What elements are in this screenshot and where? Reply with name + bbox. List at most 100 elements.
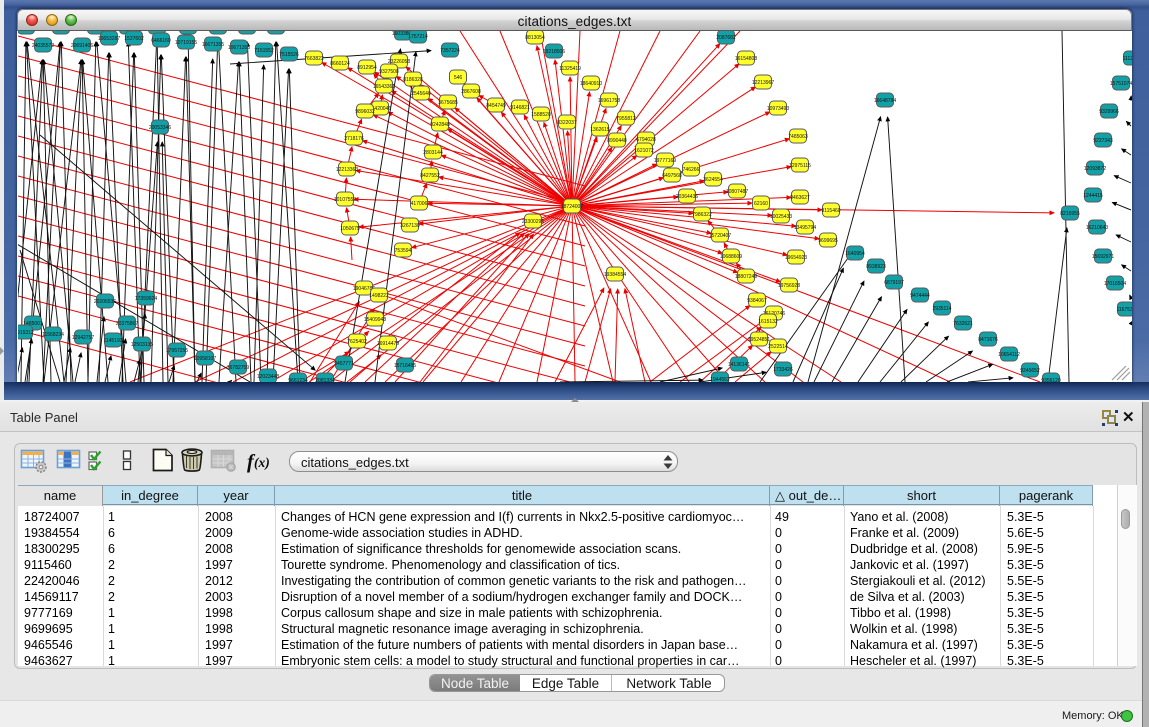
svg-text:2545646: 2545646 bbox=[411, 91, 431, 97]
svg-text:18640910: 18640910 bbox=[580, 81, 602, 87]
svg-text:10653287: 10653287 bbox=[98, 36, 120, 42]
svg-text:746266: 746266 bbox=[683, 167, 700, 173]
svg-text:20206536: 20206536 bbox=[94, 299, 116, 305]
svg-text:6879197: 6879197 bbox=[884, 280, 904, 286]
svg-text:9457771: 9457771 bbox=[334, 361, 354, 367]
svg-text:12942757: 12942757 bbox=[72, 335, 94, 341]
svg-text:23300295: 23300295 bbox=[522, 219, 544, 225]
svg-text:9329966: 9329966 bbox=[1099, 109, 1119, 115]
svg-text:8454749: 8454749 bbox=[486, 103, 506, 109]
svg-text:(x): (x) bbox=[254, 455, 270, 470]
svg-text:18724007: 18724007 bbox=[561, 204, 583, 210]
svg-text:10688609: 10688609 bbox=[720, 254, 742, 260]
svg-text:19756928: 19756928 bbox=[778, 283, 800, 289]
svg-text:16543362: 16543362 bbox=[373, 84, 395, 90]
svg-text:12975115: 12975115 bbox=[789, 163, 811, 169]
svg-text:12093872: 12093872 bbox=[1084, 166, 1106, 172]
svg-text:14136141: 14136141 bbox=[728, 362, 750, 368]
svg-text:9245652: 9245652 bbox=[1020, 368, 1040, 374]
svg-text:417006: 417006 bbox=[411, 201, 428, 207]
svg-text:16210643: 16210643 bbox=[1086, 225, 1108, 231]
svg-text:10107553: 10107553 bbox=[334, 197, 356, 203]
svg-text:9384067: 9384067 bbox=[747, 298, 767, 304]
svg-text:1621072: 1621072 bbox=[634, 148, 654, 154]
svg-text:8215955: 8215955 bbox=[1060, 211, 1080, 217]
svg-text:17359924: 17359924 bbox=[135, 296, 157, 302]
svg-text:10973493: 10973493 bbox=[767, 106, 789, 112]
svg-text:12503135: 12503135 bbox=[131, 342, 153, 348]
svg-text:8427552: 8427552 bbox=[420, 173, 440, 179]
svg-text:2803144: 2803144 bbox=[423, 150, 443, 156]
svg-text:546: 546 bbox=[454, 75, 463, 81]
svg-text:7515526: 7515526 bbox=[279, 52, 299, 58]
svg-text:8813054: 8813054 bbox=[525, 35, 545, 41]
svg-text:10671355: 10671355 bbox=[228, 45, 250, 51]
svg-text:17957255: 17957255 bbox=[166, 348, 188, 354]
svg-text:9115460: 9115460 bbox=[821, 208, 840, 214]
svg-text:11568234: 11568234 bbox=[42, 332, 64, 338]
svg-text:19384554: 19384554 bbox=[604, 272, 626, 278]
svg-text:15692971: 15692971 bbox=[1092, 254, 1114, 260]
svg-text:2935114: 2935114 bbox=[932, 306, 951, 312]
svg-text:1498222: 1498222 bbox=[369, 293, 389, 299]
svg-text:20691406: 20691406 bbox=[71, 43, 93, 49]
svg-text:1527602: 1527602 bbox=[124, 36, 144, 42]
svg-text:16914479: 16914479 bbox=[377, 341, 399, 347]
svg-text:1145193: 1145193 bbox=[103, 338, 122, 344]
svg-text:1757214: 1757214 bbox=[408, 34, 428, 40]
svg-text:19654923: 19654923 bbox=[785, 255, 807, 261]
svg-text:20053346: 20053346 bbox=[149, 125, 171, 131]
svg-text:16961758: 16961758 bbox=[598, 98, 620, 104]
svg-text:8660124: 8660124 bbox=[330, 61, 350, 67]
svg-text:12023448: 12023448 bbox=[257, 374, 279, 380]
svg-text:19218506: 19218506 bbox=[543, 49, 565, 55]
svg-text:1640954: 1640954 bbox=[845, 251, 865, 257]
svg-text:7663822: 7663822 bbox=[304, 56, 324, 62]
svg-text:7357224: 7357224 bbox=[440, 48, 460, 54]
svg-text:17016504: 17016504 bbox=[1104, 281, 1126, 287]
svg-text:3675685: 3675685 bbox=[438, 100, 458, 106]
svg-text:9699695: 9699695 bbox=[818, 238, 838, 244]
svg-text:10025433: 10025433 bbox=[770, 214, 792, 220]
svg-text:7485063: 7485063 bbox=[788, 134, 808, 140]
svg-text:1050675: 1050675 bbox=[340, 226, 360, 232]
svg-text:20375867: 20375867 bbox=[116, 321, 138, 327]
svg-text:2718176: 2718176 bbox=[344, 136, 364, 142]
svg-text:9356120: 9356120 bbox=[1041, 378, 1061, 382]
svg-text:9227343: 9227343 bbox=[1093, 138, 1113, 144]
svg-text:18807249: 18807249 bbox=[735, 274, 757, 280]
svg-text:9327508: 9327508 bbox=[379, 69, 399, 75]
svg-text:9463627: 9463627 bbox=[790, 195, 810, 201]
svg-text:62160: 62160 bbox=[754, 201, 768, 207]
svg-text:10719155: 10719155 bbox=[175, 40, 197, 46]
svg-text:1167533: 1167533 bbox=[1116, 307, 1132, 313]
svg-text:11325419: 11325419 bbox=[559, 66, 581, 72]
svg-text:2522514: 2522514 bbox=[768, 344, 788, 350]
svg-text:6497568: 6497568 bbox=[662, 173, 682, 179]
svg-text:15716485: 15716485 bbox=[394, 363, 416, 369]
svg-text:10958107: 10958107 bbox=[194, 356, 216, 362]
svg-text:9896032: 9896032 bbox=[355, 109, 375, 115]
svg-text:10654112: 10654112 bbox=[998, 352, 1020, 358]
svg-text:7955812: 7955812 bbox=[616, 116, 636, 122]
svg-text:19524851: 19524851 bbox=[748, 337, 770, 343]
svg-text:6466160: 6466160 bbox=[151, 38, 171, 44]
svg-text:12213967: 12213967 bbox=[752, 80, 774, 86]
svg-text:1615132: 1615132 bbox=[758, 319, 778, 325]
svg-text:7986322: 7986322 bbox=[692, 212, 712, 218]
svg-text:7151552: 7151552 bbox=[254, 48, 274, 54]
svg-text:1244415: 1244415 bbox=[1083, 193, 1103, 199]
svg-text:1362615: 1362615 bbox=[590, 127, 610, 133]
svg-text:6794028: 6794028 bbox=[636, 137, 656, 143]
svg-text:15409948: 15409948 bbox=[364, 317, 386, 323]
svg-text:7625402: 7625402 bbox=[347, 339, 367, 345]
svg-text:3915312: 3915312 bbox=[18, 330, 34, 336]
svg-text:16154808: 16154808 bbox=[735, 56, 757, 62]
svg-text:16648784: 16648784 bbox=[874, 98, 896, 104]
svg-text:15751074: 15751074 bbox=[1110, 81, 1132, 87]
svg-text:8322037: 8322037 bbox=[557, 120, 577, 126]
svg-text:9474444: 9474444 bbox=[910, 293, 930, 299]
svg-text:8912954: 8912954 bbox=[357, 65, 377, 71]
svg-text:8990448: 8990448 bbox=[607, 138, 627, 144]
svg-text:12213363: 12213363 bbox=[336, 167, 358, 173]
